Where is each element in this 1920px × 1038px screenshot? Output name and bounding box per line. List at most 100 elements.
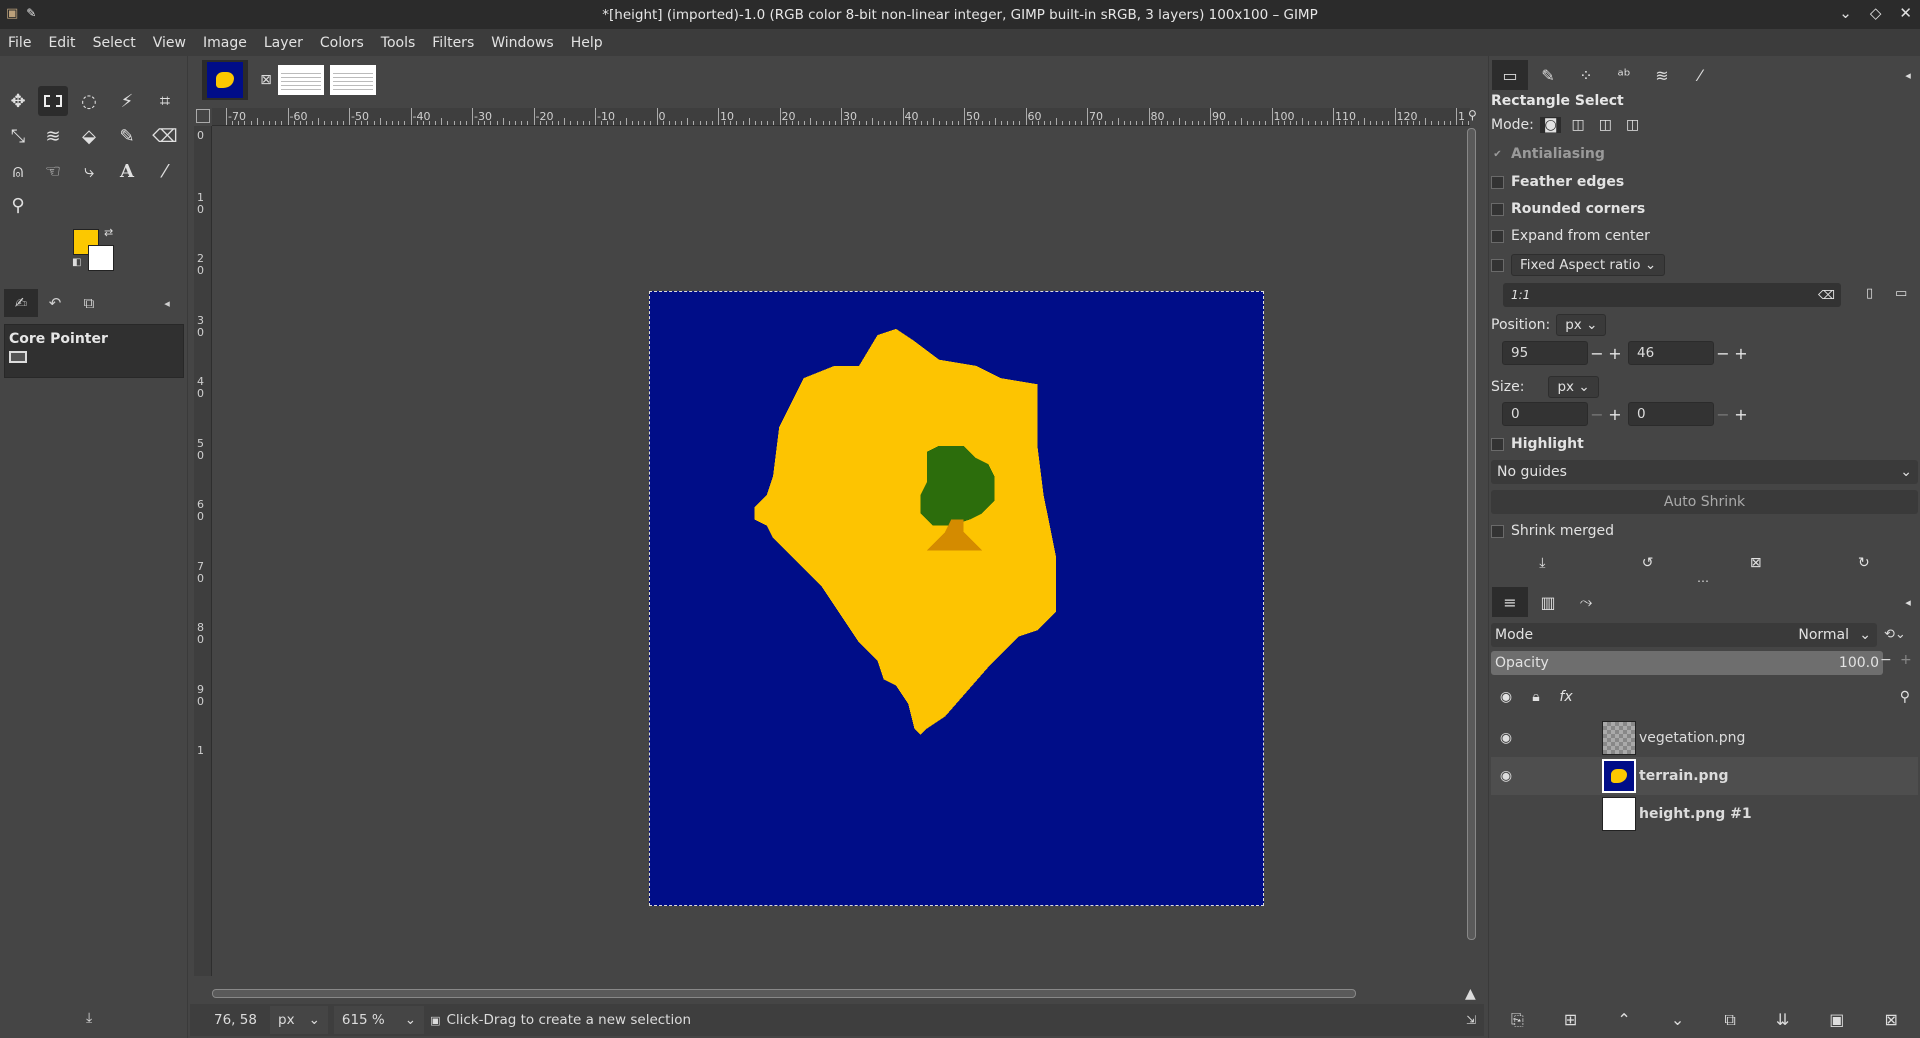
raise-layer-icon[interactable]: ⌃ bbox=[1617, 1010, 1630, 1030]
swap-colors-icon[interactable]: ⇄ bbox=[104, 226, 113, 239]
transform-tool-icon[interactable]: ⤡ bbox=[3, 121, 33, 151]
fonts-tab-icon[interactable]: ᵃᵇ bbox=[1606, 60, 1642, 90]
composite-mode-icon[interactable]: ⟲⌄ bbox=[1884, 627, 1906, 642]
smudge-tool-icon[interactable]: ☜ bbox=[38, 156, 68, 186]
ratio-field[interactable]: 1:1 ⌫ bbox=[1503, 283, 1841, 307]
new-group-icon[interactable]: ⊞ bbox=[1564, 1010, 1577, 1030]
opacity-minus-icon[interactable]: − bbox=[1880, 652, 1892, 668]
brush-tab-icon[interactable]: ⁄ bbox=[1682, 60, 1718, 90]
crop-tool-icon[interactable]: ⌗ bbox=[150, 86, 180, 116]
pin-icon[interactable]: ✎ bbox=[26, 6, 36, 21]
dock-menu-icon[interactable]: ◂ bbox=[150, 289, 184, 317]
pane-handle-icon[interactable]: ⋯ bbox=[1697, 574, 1709, 588]
position-unit-select[interactable]: px ⌄ bbox=[1556, 314, 1607, 336]
zoom-fit-icon[interactable]: ⚲ bbox=[1468, 108, 1477, 122]
warp-tool-icon[interactable]: ≋ bbox=[38, 121, 68, 151]
delete-preset-icon[interactable]: ⊠ bbox=[1750, 555, 1762, 571]
feather-row[interactable]: Feather edges bbox=[1491, 174, 1624, 190]
rect-select-tool-icon[interactable] bbox=[38, 86, 68, 116]
lock-icon[interactable]: 🔒︎ bbox=[1521, 689, 1551, 705]
eraser-tool-icon[interactable]: ⌫ bbox=[150, 121, 180, 151]
default-colors-icon[interactable]: ◧ bbox=[72, 257, 81, 268]
antialiasing-row[interactable]: ✔ Antialiasing bbox=[1491, 146, 1605, 162]
minimize-icon[interactable]: ⌄ bbox=[1839, 4, 1852, 22]
landscape-icon[interactable]: ▭ bbox=[1895, 286, 1907, 301]
expand-row[interactable]: Expand from center bbox=[1491, 228, 1650, 244]
image-tab-height[interactable] bbox=[202, 60, 248, 100]
size-w-plus-icon[interactable]: + bbox=[1606, 405, 1624, 424]
zoom-tool-icon[interactable]: ⚲ bbox=[3, 190, 33, 220]
fixed-row[interactable]: Fixed Aspect ratio ⌄ bbox=[1491, 254, 1666, 276]
horizontal-scrollbar[interactable] bbox=[212, 989, 1356, 998]
delete-layer-icon[interactable]: ⊠ bbox=[1884, 1010, 1897, 1030]
size-h-minus-icon[interactable]: − bbox=[1714, 405, 1732, 424]
menu-image[interactable]: Image bbox=[203, 35, 247, 51]
layer-row[interactable]: ◉ terrain.png bbox=[1491, 757, 1918, 795]
lasso-tool-icon[interactable]: ◌ bbox=[74, 86, 104, 116]
menu-colors[interactable]: Colors bbox=[320, 35, 364, 51]
fx-icon[interactable]: fx bbox=[1551, 689, 1581, 705]
size-w-minus-icon[interactable]: − bbox=[1588, 405, 1606, 424]
pos-x-plus-icon[interactable]: + bbox=[1606, 344, 1624, 363]
size-w-input[interactable]: 0 bbox=[1502, 402, 1588, 426]
merge-layer-icon[interactable]: ⇊ bbox=[1776, 1010, 1789, 1030]
pos-x-input[interactable]: 95 bbox=[1502, 341, 1588, 365]
layer-row[interactable]: height.png #1 bbox=[1491, 795, 1918, 833]
rounded-checkbox[interactable] bbox=[1491, 202, 1504, 216]
export-icon[interactable]: ⤓ bbox=[86, 1010, 92, 1026]
tool-options-tab-icon[interactable]: ▭ bbox=[1492, 60, 1528, 90]
size-unit-select[interactable]: px ⌄ bbox=[1548, 376, 1599, 398]
fixed-checkbox[interactable] bbox=[1491, 258, 1504, 272]
zoom-selector[interactable]: 615 % ⌄ bbox=[333, 1006, 425, 1034]
unit-selector[interactable]: px ⌄ bbox=[270, 1006, 328, 1034]
brushes-tab-icon[interactable]: ✎ bbox=[1530, 60, 1566, 90]
opacity-plus-icon[interactable]: + bbox=[1900, 652, 1912, 668]
channels-tab-icon[interactable]: ▥ bbox=[1530, 587, 1566, 617]
color-picker-tool-icon[interactable]: ⁄ bbox=[150, 156, 180, 186]
duplicate-layer-icon[interactable]: ⧉ bbox=[1724, 1010, 1735, 1030]
images-tab-icon[interactable]: ⧉ bbox=[72, 289, 106, 317]
text-tool-icon[interactable]: A bbox=[112, 156, 142, 186]
opacity-slider[interactable]: Opacity 100.0 bbox=[1491, 651, 1883, 675]
clear-icon[interactable]: ⌫ bbox=[1818, 288, 1835, 302]
expand-checkbox[interactable] bbox=[1491, 229, 1504, 243]
size-h-plus-icon[interactable]: + bbox=[1732, 405, 1750, 424]
dock-menu-icon[interactable]: ◂ bbox=[1890, 60, 1920, 90]
tool-options-tab-icon[interactable]: ✍ bbox=[4, 289, 38, 317]
image-tab-doc2[interactable] bbox=[330, 65, 376, 95]
menu-file[interactable]: File bbox=[8, 35, 31, 51]
mode-intersect-icon[interactable]: ◫ bbox=[1626, 117, 1639, 133]
documents-tab-icon[interactable]: ≋ bbox=[1644, 60, 1680, 90]
visibility-header-icon[interactable]: ◉ bbox=[1491, 689, 1521, 705]
clone-tool-icon[interactable]: ⍝ bbox=[3, 156, 33, 186]
quick-mask-corner[interactable] bbox=[196, 109, 210, 123]
layer-row[interactable]: ◉ vegetation.png bbox=[1491, 719, 1918, 757]
size-h-input[interactable]: 0 bbox=[1628, 402, 1714, 426]
highlight-checkbox[interactable] bbox=[1491, 437, 1504, 451]
eye-icon[interactable]: ◉ bbox=[1491, 730, 1521, 746]
close-tab-icon[interactable]: ⊠ bbox=[254, 72, 278, 88]
pos-x-minus-icon[interactable]: − bbox=[1588, 344, 1606, 363]
vertical-scrollbar[interactable] bbox=[1467, 128, 1476, 940]
save-preset-icon[interactable]: ⤓ bbox=[1539, 555, 1545, 571]
shrink-merged-checkbox[interactable] bbox=[1491, 524, 1504, 538]
pos-y-input[interactable]: 46 bbox=[1628, 341, 1714, 365]
bucket-fill-tool-icon[interactable]: ⬙ bbox=[74, 121, 104, 151]
menu-select[interactable]: Select bbox=[93, 35, 136, 51]
paths-tool-icon[interactable]: ⤷ bbox=[74, 156, 104, 186]
menu-windows[interactable]: Windows bbox=[491, 35, 554, 51]
image-tab-doc1[interactable] bbox=[278, 65, 324, 95]
search-icon[interactable]: ⚲ bbox=[1900, 689, 1910, 705]
pos-y-plus-icon[interactable]: + bbox=[1732, 344, 1750, 363]
mode-add-icon[interactable]: ◫ bbox=[1571, 117, 1584, 133]
pos-y-minus-icon[interactable]: − bbox=[1714, 344, 1732, 363]
highlight-row[interactable]: Highlight bbox=[1491, 436, 1584, 452]
feather-checkbox[interactable] bbox=[1491, 175, 1504, 189]
fixed-dropdown[interactable]: Fixed Aspect ratio ⌄ bbox=[1511, 254, 1666, 276]
guides-dropdown[interactable]: No guides ⌄ bbox=[1491, 460, 1918, 484]
auto-shrink-button[interactable]: Auto Shrink bbox=[1491, 490, 1918, 514]
navigate-icon[interactable]: ▲ bbox=[1465, 986, 1476, 1002]
maximize-icon[interactable]: ◇ bbox=[1870, 4, 1882, 22]
cancel-icon[interactable]: ▣ bbox=[430, 1014, 440, 1027]
menu-help[interactable]: Help bbox=[571, 35, 603, 51]
